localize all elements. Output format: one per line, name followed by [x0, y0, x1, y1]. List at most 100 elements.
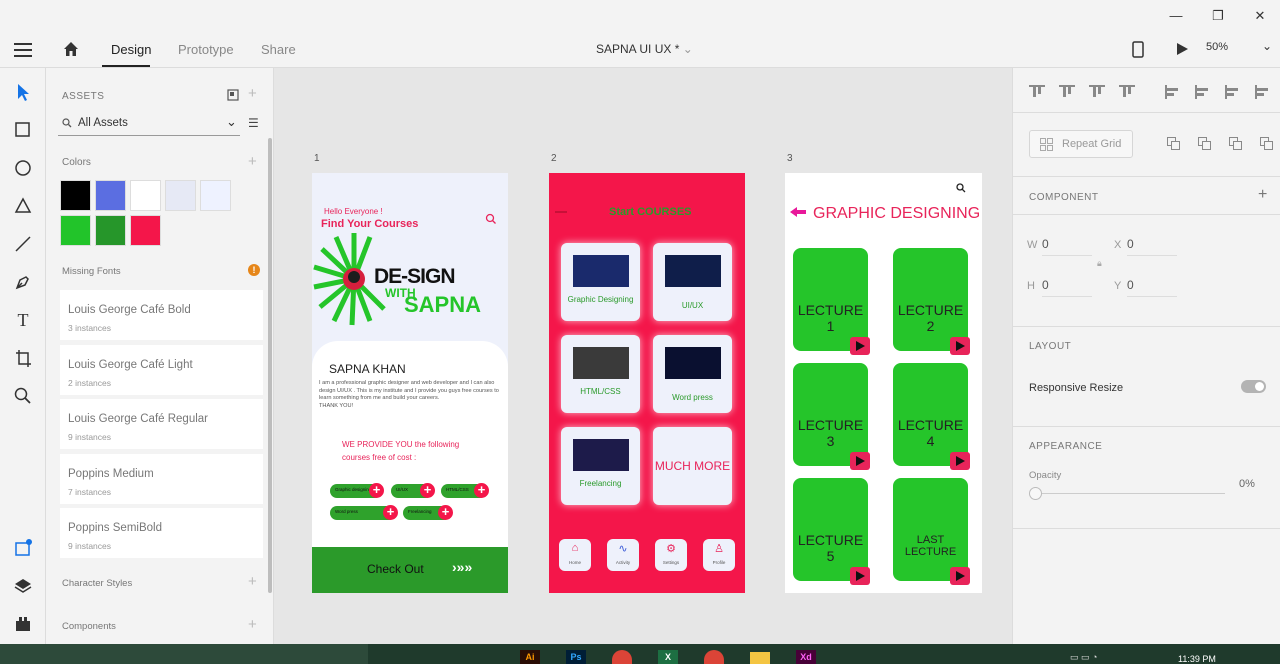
- add-shape-icon[interactable]: [1167, 137, 1181, 151]
- device-preview-icon[interactable]: [1132, 41, 1144, 58]
- missing-font-item[interactable]: Louis George Café Bold 3 instances: [60, 290, 263, 340]
- y-field[interactable]: 0: [1127, 278, 1177, 297]
- distribute-horizontal-icon[interactable]: [1255, 85, 1271, 99]
- color-swatch[interactable]: [130, 180, 161, 211]
- width-field[interactable]: 0: [1042, 237, 1092, 256]
- align-bottom-icon[interactable]: [1089, 85, 1105, 99]
- lecture-card[interactable]: LECTURE 4: [893, 363, 970, 470]
- align-left-icon[interactable]: [1165, 85, 1181, 99]
- artboard-3[interactable]: GRAPHIC DESIGNING LECTURE 1 LECTURE 2 LECT…: [785, 173, 982, 593]
- zoom-level[interactable]: 50%: [1206, 41, 1228, 53]
- asset-filter-dropdown[interactable]: All Assets ⌄: [58, 114, 240, 136]
- color-swatch[interactable]: [95, 180, 126, 211]
- plus-icon[interactable]: +: [383, 505, 398, 520]
- tab-design[interactable]: Design: [111, 42, 151, 57]
- nav-home-button[interactable]: ⌂ Home: [559, 539, 591, 571]
- line-tool-icon[interactable]: [11, 232, 35, 256]
- checkout-button[interactable]: Check Out ›»»: [312, 547, 508, 593]
- pen-tool-icon[interactable]: [11, 270, 35, 294]
- course-chip[interactable]: UI/UX +: [391, 483, 435, 498]
- ellipse-tool-icon[interactable]: [11, 156, 35, 180]
- play-button[interactable]: [850, 452, 870, 470]
- distribute-vertical-icon[interactable]: [1119, 85, 1135, 99]
- color-swatch[interactable]: [165, 180, 196, 211]
- search-icon[interactable]: [485, 213, 497, 225]
- plus-icon[interactable]: +: [420, 483, 435, 498]
- taskbar-search-area[interactable]: [0, 644, 368, 664]
- canvas[interactable]: 1 2 3 Hello Everyone ! Find Your Courses…: [275, 68, 1012, 644]
- align-right-icon[interactable]: [1225, 85, 1241, 99]
- document-title[interactable]: SAPNA UI UX * ⌄: [596, 42, 693, 56]
- list-view-icon[interactable]: ☰: [248, 116, 259, 130]
- add-asset-icon[interactable]: +: [248, 85, 257, 102]
- add-component-icon[interactable]: +: [248, 616, 257, 633]
- polygon-tool-icon[interactable]: [11, 194, 35, 218]
- missing-font-item[interactable]: Louis George Café Light 2 instances: [60, 344, 263, 395]
- course-card[interactable]: UI/UX: [653, 243, 732, 321]
- rectangle-tool-icon[interactable]: [11, 118, 35, 142]
- system-tray-icons[interactable]: ▭ ▭ ◔: [1070, 652, 1130, 664]
- course-card[interactable]: Freelancing: [561, 427, 640, 505]
- zoom-tool-icon[interactable]: [11, 384, 35, 408]
- missing-font-item[interactable]: Poppins Medium 7 instances: [60, 453, 263, 504]
- text-tool-icon[interactable]: T: [11, 308, 35, 332]
- illustrator-app-icon[interactable]: Ai: [520, 650, 540, 664]
- color-swatch[interactable]: [130, 215, 161, 246]
- chrome-app-icon-2[interactable]: [704, 650, 724, 664]
- file-explorer-icon[interactable]: [750, 652, 770, 664]
- lock-icon[interactable]: 🔒︎: [1097, 258, 1102, 269]
- hamburger-menu-icon[interactable]: [14, 41, 32, 57]
- photoshop-app-icon[interactable]: Ps: [566, 650, 586, 664]
- play-button[interactable]: [950, 567, 970, 585]
- align-top-icon[interactable]: [1029, 85, 1045, 99]
- layers-icon[interactable]: [11, 574, 35, 598]
- course-card[interactable]: Graphic Designing: [561, 243, 640, 321]
- close-button[interactable]: ✕: [1250, 6, 1270, 26]
- play-icon[interactable]: [1175, 42, 1189, 56]
- align-middle-icon[interactable]: [1059, 85, 1075, 99]
- play-button[interactable]: [950, 452, 970, 470]
- subtract-shape-icon[interactable]: [1198, 137, 1212, 151]
- back-arrow-icon[interactable]: [789, 206, 807, 218]
- color-swatch[interactable]: [60, 180, 91, 211]
- add-color-icon[interactable]: +: [248, 153, 257, 170]
- tab-share[interactable]: Share: [261, 42, 296, 57]
- play-button[interactable]: [850, 567, 870, 585]
- x-field[interactable]: 0: [1127, 237, 1177, 256]
- plus-icon[interactable]: +: [438, 505, 453, 520]
- add-component-icon[interactable]: +: [1258, 186, 1267, 204]
- library-icon[interactable]: [227, 89, 239, 101]
- color-swatch[interactable]: [60, 215, 91, 246]
- repeat-grid-button[interactable]: Repeat Grid: [1029, 130, 1133, 158]
- opacity-slider-track[interactable]: [1035, 493, 1225, 494]
- artboard-2[interactable]: Start COURSES Graphic Designing UI/UX HTML…: [549, 173, 745, 593]
- tab-prototype[interactable]: Prototype: [178, 42, 234, 57]
- opacity-slider-handle[interactable]: [1029, 487, 1042, 500]
- zoom-dropdown-chevron-icon[interactable]: ⌄: [1262, 39, 1272, 53]
- missing-font-item[interactable]: Poppins SemiBold 9 instances: [60, 508, 263, 558]
- restore-button[interactable]: ❐: [1208, 6, 1228, 26]
- course-card[interactable]: MUCH MORE: [653, 427, 732, 505]
- nav-settings-button[interactable]: ⚙ Settings: [655, 539, 687, 571]
- plus-icon[interactable]: +: [369, 483, 384, 498]
- artboard-tool-icon[interactable]: [11, 346, 35, 370]
- responsive-resize-toggle[interactable]: [1241, 380, 1266, 393]
- lecture-card[interactable]: LECTURE 2: [893, 248, 970, 355]
- align-center-icon[interactable]: [1195, 85, 1211, 99]
- opacity-value[interactable]: 0%: [1239, 478, 1255, 490]
- plugins-icon[interactable]: [11, 612, 35, 636]
- exclude-shape-icon[interactable]: [1260, 137, 1274, 151]
- artboard-1[interactable]: Hello Everyone ! Find Your Courses DE-SI…: [312, 173, 508, 593]
- intersect-shape-icon[interactable]: [1229, 137, 1243, 151]
- home-icon[interactable]: [62, 40, 80, 58]
- excel-app-icon[interactable]: X: [658, 650, 678, 664]
- select-tool-icon[interactable]: [11, 80, 35, 104]
- color-swatch[interactable]: [95, 215, 126, 246]
- lecture-card[interactable]: LECTURE 1: [793, 248, 870, 355]
- course-chip[interactable]: Graphic designing +: [330, 483, 384, 498]
- assets-panel-icon[interactable]: [11, 536, 35, 560]
- lecture-card[interactable]: LECTURE 5: [793, 478, 870, 585]
- back-arrow-icon[interactable]: [555, 211, 567, 213]
- plus-icon[interactable]: +: [474, 483, 489, 498]
- course-chip[interactable]: Word press +: [330, 505, 398, 520]
